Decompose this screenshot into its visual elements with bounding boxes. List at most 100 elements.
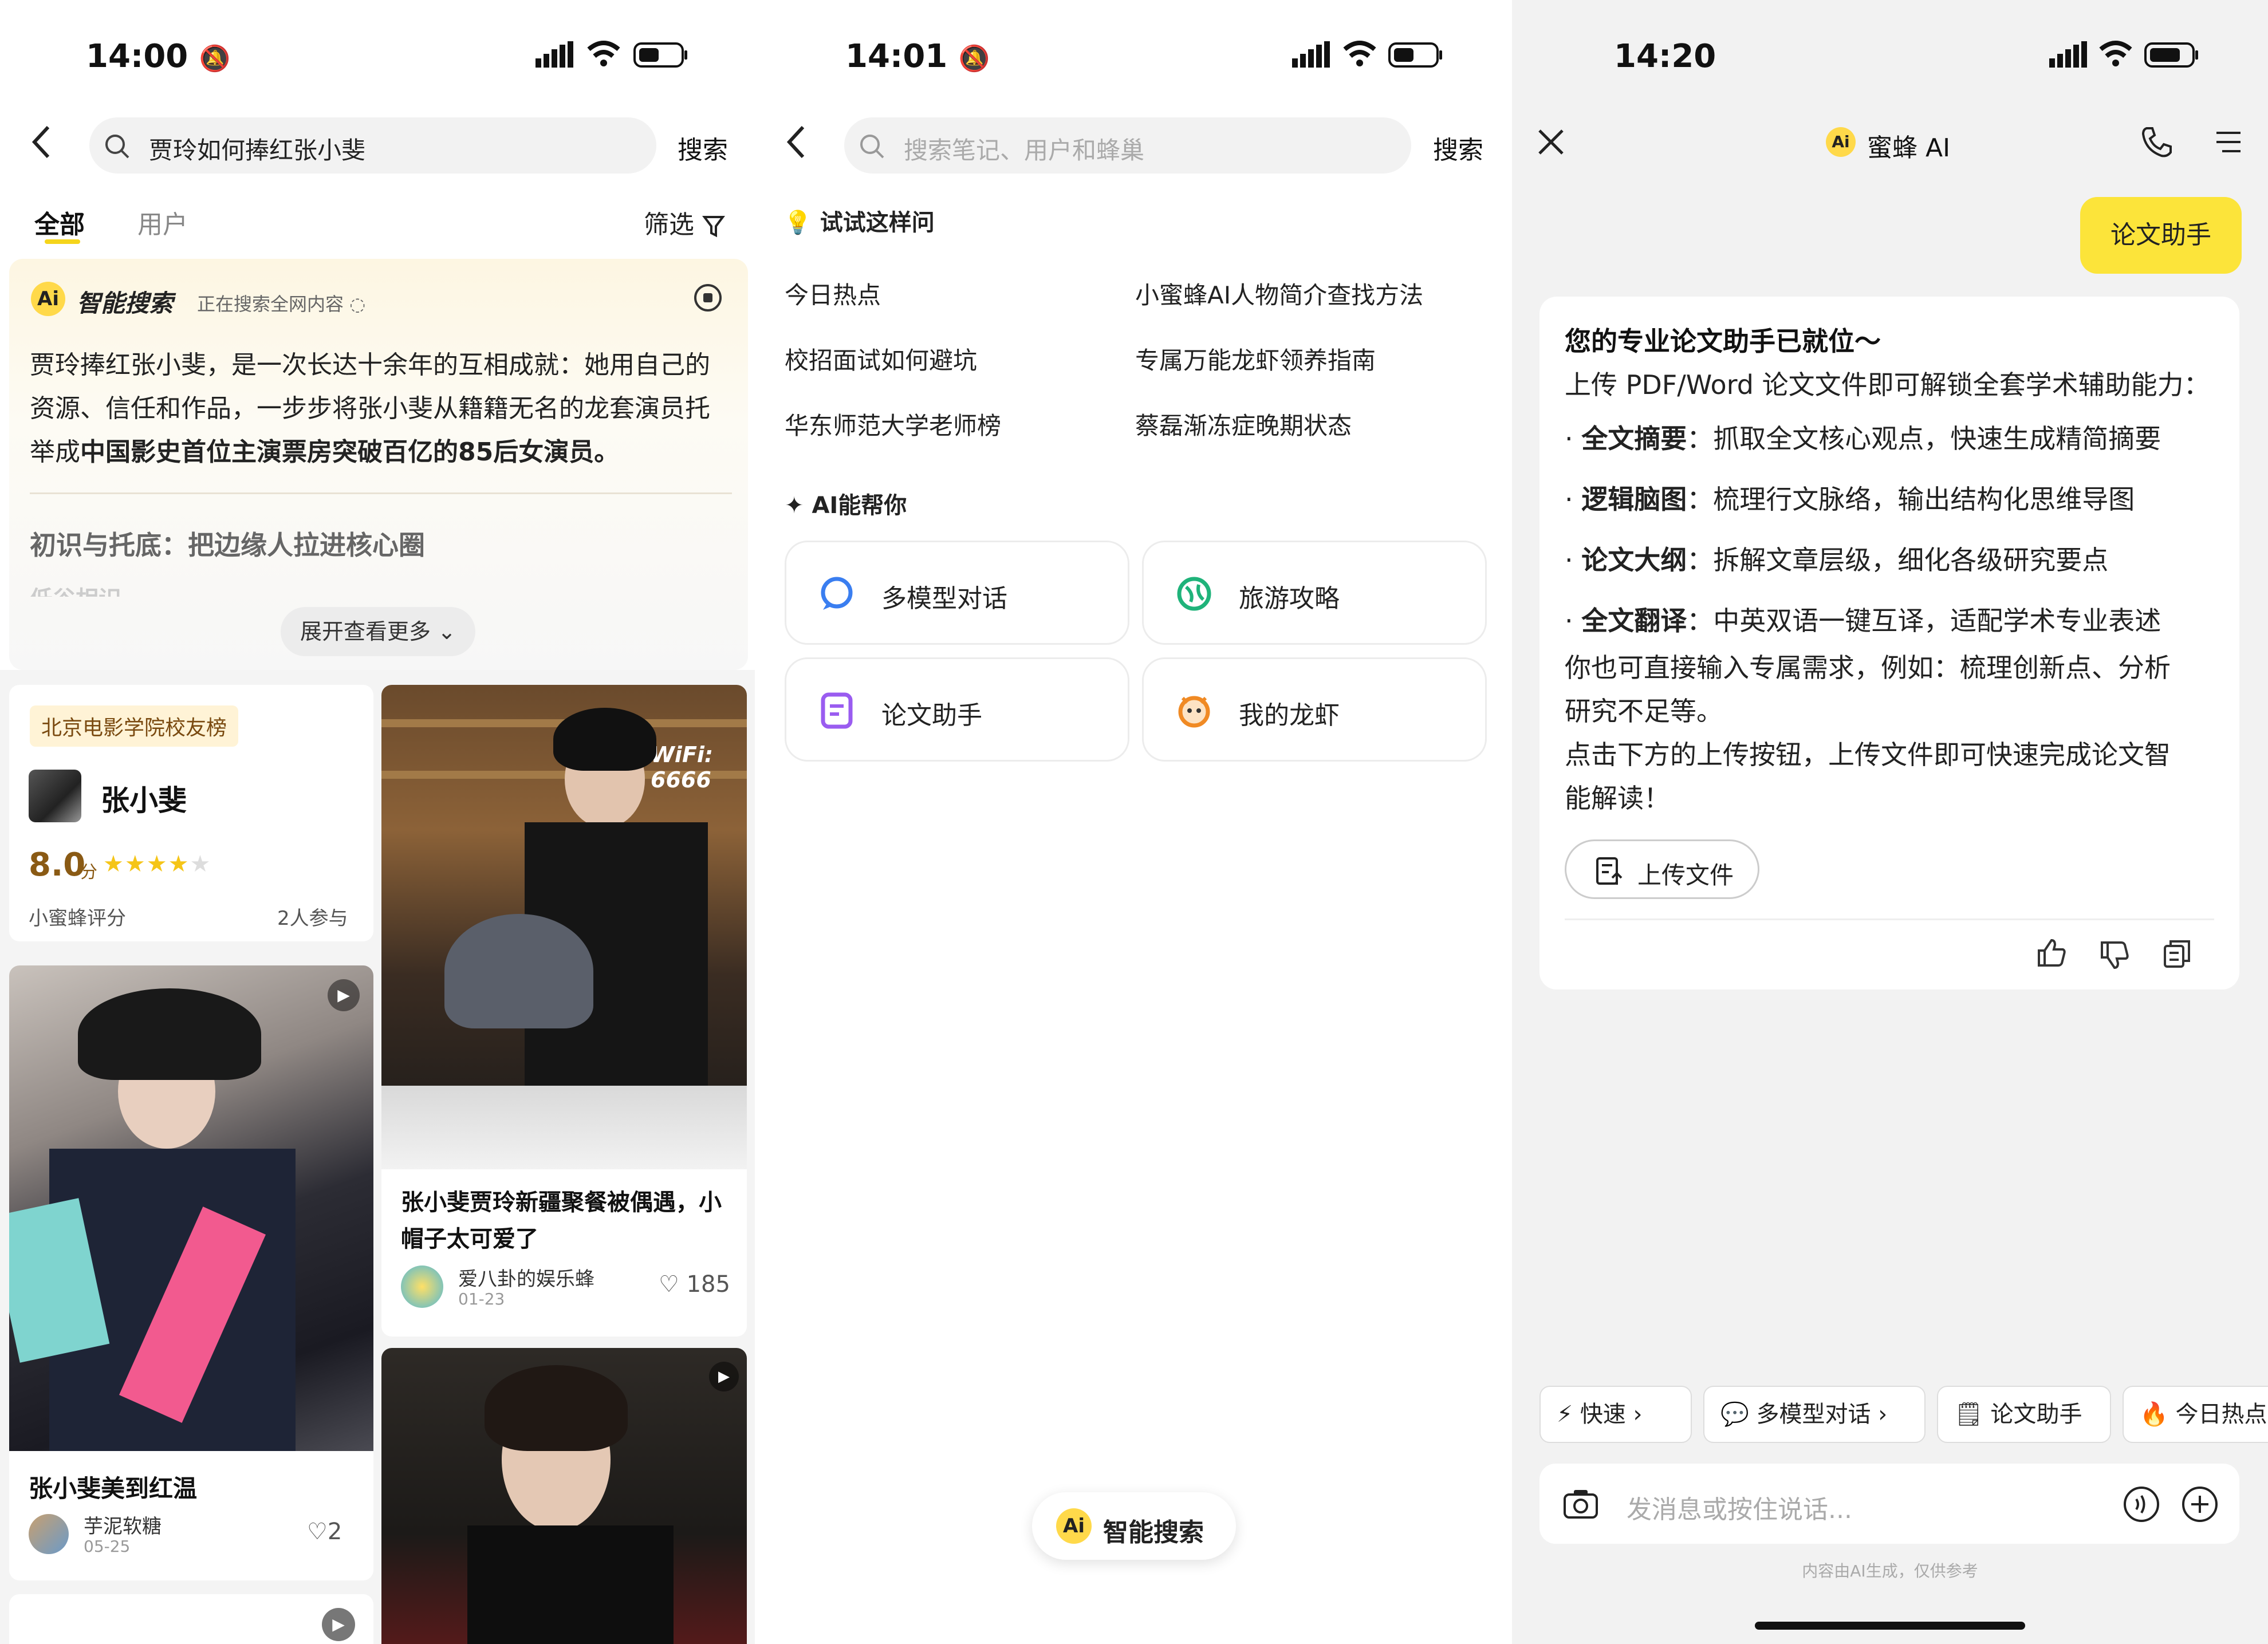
message-input[interactable]: 发消息或按住说话...	[1539, 1464, 2239, 1544]
like-button[interactable]: ♡ 185	[659, 1271, 730, 1298]
expand-more-button[interactable]: 展开查看更多 ⌄	[281, 607, 475, 656]
rating-tag: 北京电影学院校友榜	[30, 705, 239, 747]
close-icon[interactable]	[1536, 127, 1566, 159]
plus-icon[interactable]	[2181, 1485, 2219, 1523]
chat-title: 蜜蜂 AI	[1867, 133, 1951, 163]
divider	[1565, 918, 2214, 920]
lightning-icon: ⚡	[1557, 1401, 1573, 1428]
search-query: 贾玲如何捧红张小斐	[149, 136, 366, 164]
chip-hot[interactable]: 🔥 今日热点	[2123, 1386, 2268, 1443]
video-play-icon[interactable]: ▶	[322, 1608, 355, 1641]
suggestion-item[interactable]: 专属万能龙虾领养指南	[1135, 341, 1376, 376]
ai-card-label: 旅游攻略	[1239, 584, 1340, 613]
post-image[interactable]: ▶	[381, 1348, 747, 1644]
image-body	[467, 1525, 674, 1644]
suggestion-item[interactable]: 今日热点	[785, 276, 881, 311]
tab-all[interactable]: 全部	[34, 204, 85, 241]
search-button[interactable]: 搜索	[1433, 129, 1483, 166]
reply-heading: 您的专业论文助手已就位～	[1565, 326, 1881, 357]
menu-icon[interactable]	[2214, 128, 2243, 159]
status-time: 14:00 🔕	[86, 38, 231, 75]
celebrity-name: 张小斐	[101, 784, 187, 817]
chip-quick[interactable]: ⚡ 快速 ›	[1539, 1386, 1692, 1443]
ai-search-panel: 14:01 🔕 搜索笔记、用户和蜂巢 搜索 💡 试试这样问 今日热点 小蜜蜂AI…	[755, 0, 1512, 1644]
smart-search-button[interactable]: Ai 智能搜索	[1032, 1492, 1236, 1560]
search-results-panel: 14:00 🔕 贾玲如何捧红张小斐 搜索 全部 用户 筛选 Ai 智能搜索 正在…	[0, 0, 755, 1644]
feature-item: · 论文大纲：拆解文章层级，细化各级研究要点	[1565, 545, 2109, 575]
home-indicator[interactable]	[1755, 1622, 2025, 1630]
suggestion-item[interactable]: 蔡磊渐冻症晚期状态	[1135, 407, 1352, 441]
ai-card-label: 多模型对话	[881, 584, 1007, 613]
chip-multimodel[interactable]: 💬 多模型对话 ›	[1703, 1386, 1926, 1443]
suggestion-item[interactable]: 小蜜蜂AI人物简介查找方法	[1135, 276, 1423, 311]
back-icon[interactable]	[30, 124, 53, 163]
search-input[interactable]: 搜索笔记、用户和蜂巢	[844, 117, 1411, 174]
camera-icon[interactable]	[1562, 1487, 1599, 1521]
ai-logo-icon: Ai	[31, 282, 65, 316]
post-card-partial[interactable]: ▶	[9, 1594, 373, 1644]
search-button[interactable]: 搜索	[678, 129, 728, 166]
user-message-bubble: 论文助手	[2080, 197, 2242, 274]
lightbulb-icon: 💡	[783, 210, 812, 236]
ai-card-label: 我的龙虾	[1239, 701, 1340, 730]
post-card-left[interactable]: ▶ 张小斐美到红温 芋泥软糖 05-25 ♡2	[9, 965, 373, 1580]
ai-card-lobster[interactable]: 我的龙虾	[1142, 657, 1487, 762]
reply-paragraph: 能解读！	[1565, 783, 1670, 814]
rating-card[interactable]: 北京电影学院校友榜 张小斐 8.0 分 ★★★★★ 小蜜蜂评分 2人参与	[9, 685, 373, 941]
post-card-right-2[interactable]: ▶	[381, 1348, 747, 1644]
ai-logo-icon: Ai	[1056, 1508, 1092, 1544]
active-tab-indicator	[45, 239, 80, 244]
ai-card-travel[interactable]: 旅游攻略	[1142, 541, 1487, 645]
voice-icon[interactable]	[2123, 1485, 2160, 1523]
image-hair	[485, 1365, 628, 1451]
search-input[interactable]: 贾玲如何捧红张小斐	[89, 117, 656, 174]
wifi-icon	[586, 39, 621, 70]
rating-stars: ★★★★★	[103, 851, 212, 877]
like-button[interactable]: ♡2	[307, 1519, 342, 1545]
status-time: 14:20	[1614, 38, 1716, 75]
smart-search-status: 正在搜索全网内容 ◌	[197, 293, 366, 315]
post-image[interactable]: ▶	[9, 965, 373, 1451]
ai-disclaimer: 内容由AI生成，仅供参考	[1802, 1562, 1978, 1580]
ai-help-header: ✦ AI能帮你	[785, 492, 907, 519]
stop-icon[interactable]	[694, 284, 722, 312]
upload-file-button[interactable]: 上传文件	[1565, 839, 1759, 899]
chip-thesis[interactable]: 🗒 论文助手	[1937, 1386, 2111, 1443]
post-image[interactable]: WiFi: 6666	[381, 685, 747, 1169]
thumbs-up-icon[interactable]	[2035, 937, 2068, 971]
status-time: 14:01 🔕	[845, 38, 990, 75]
section-heading: 初识与托底：把边缘人拉进核心圈	[30, 530, 425, 561]
video-play-icon[interactable]: ▶	[328, 979, 360, 1011]
suggestion-item[interactable]: 校招面试如何避坑	[785, 341, 977, 376]
signal-icon	[536, 41, 576, 71]
ai-card-thesis[interactable]: 论文助手	[785, 657, 1129, 762]
filter-button[interactable]: 筛选	[644, 204, 725, 241]
sparkle-icon: ✦	[785, 492, 804, 519]
reply-paragraph: 点击下方的上传按钮，上传文件即可快速完成论文智	[1565, 739, 2171, 770]
upload-icon	[1596, 857, 1623, 885]
image-hat	[444, 914, 593, 1028]
post-author: 爱八卦的娱乐蜂	[458, 1268, 594, 1291]
post-card-right[interactable]: WiFi: 6666 张小斐贾玲新疆聚餐被偶遇，小帽子太可爱了 爱八卦的娱乐蜂 …	[381, 685, 747, 1337]
chat-bubble-icon: 💬	[1720, 1401, 1749, 1428]
smart-search-label: 智能搜索	[1103, 1518, 1204, 1547]
suggestion-item[interactable]: 华东师范大学老师榜	[785, 407, 1001, 441]
rating-unit: 分	[80, 862, 97, 882]
battery-icon	[633, 42, 688, 70]
copy-icon[interactable]	[2161, 938, 2194, 972]
assistant-message-card: 您的专业论文助手已就位～ 上传 PDF/Word 论文文件即可解锁全套学术辅助能…	[1539, 297, 2239, 989]
smart-search-card: Ai 智能搜索 正在搜索全网内容 ◌ 贾玲捧红张小斐，是一次长达十余年的互相成就…	[9, 259, 748, 670]
post-date: 05-25	[84, 1537, 131, 1556]
thumbs-down-icon[interactable]	[2098, 939, 2131, 973]
video-play-icon[interactable]: ▶	[709, 1362, 739, 1391]
post-title: 张小斐美到红温	[29, 1475, 198, 1503]
smart-search-title: 智能搜索	[77, 289, 174, 317]
rating-source: 小蜜蜂评分	[29, 907, 126, 930]
author-avatar	[401, 1265, 443, 1308]
faded-subheading: 低谷相识	[30, 581, 121, 597]
image-hair	[553, 708, 656, 771]
back-icon[interactable]	[785, 124, 808, 163]
tab-user[interactable]: 用户	[137, 204, 188, 241]
ai-card-multimodel[interactable]: 多模型对话	[785, 541, 1129, 645]
phone-icon[interactable]	[2139, 124, 2175, 163]
